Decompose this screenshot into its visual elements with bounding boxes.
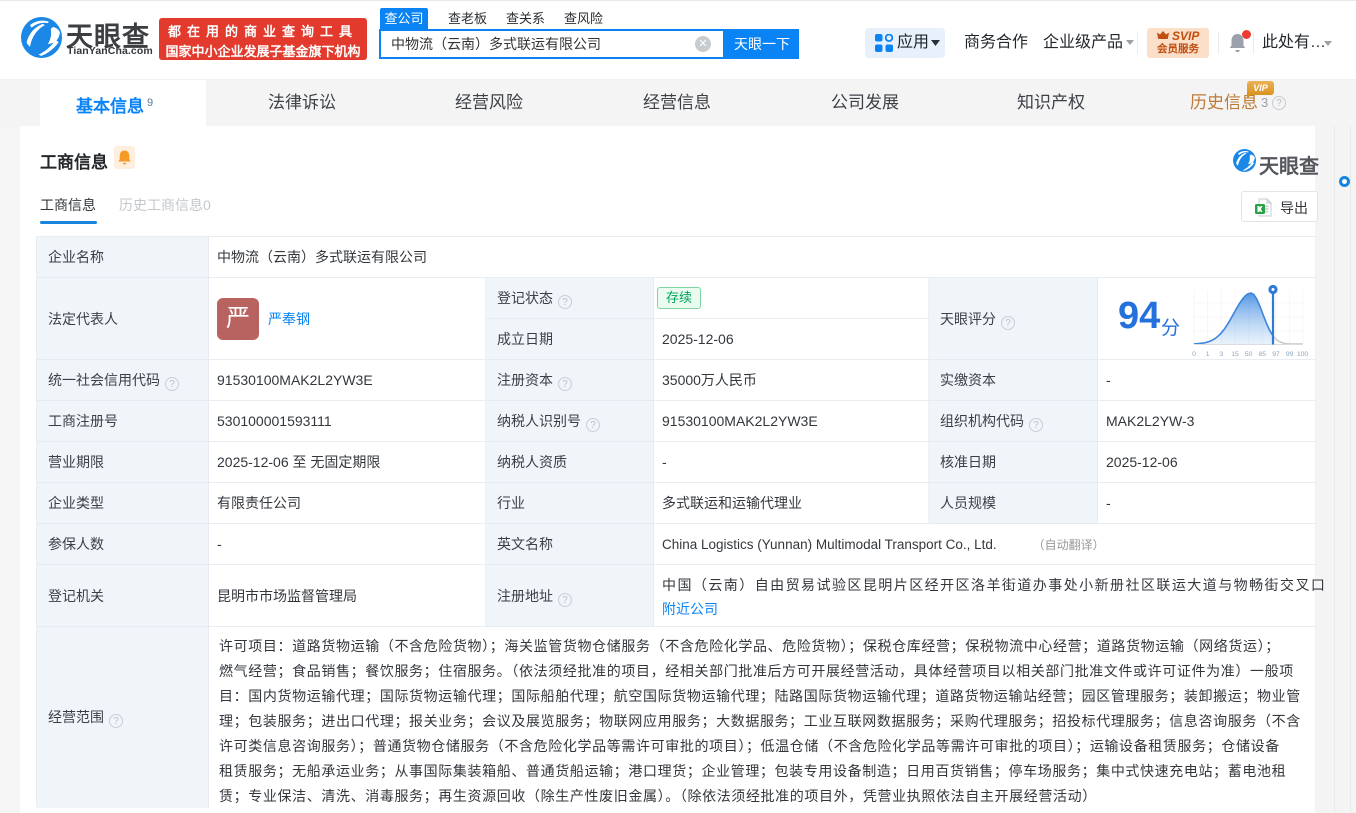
svg-text:50: 50 — [1245, 351, 1253, 358]
svg-text:15: 15 — [1231, 351, 1239, 358]
svg-text:100: 100 — [1297, 351, 1309, 358]
svg-text:3: 3 — [1219, 351, 1223, 358]
svg-text:1: 1 — [1206, 351, 1210, 358]
svg-text:0: 0 — [1192, 351, 1196, 358]
svg-text:99: 99 — [1286, 351, 1294, 358]
svg-text:97: 97 — [1272, 351, 1280, 358]
svg-text:85: 85 — [1259, 351, 1267, 358]
